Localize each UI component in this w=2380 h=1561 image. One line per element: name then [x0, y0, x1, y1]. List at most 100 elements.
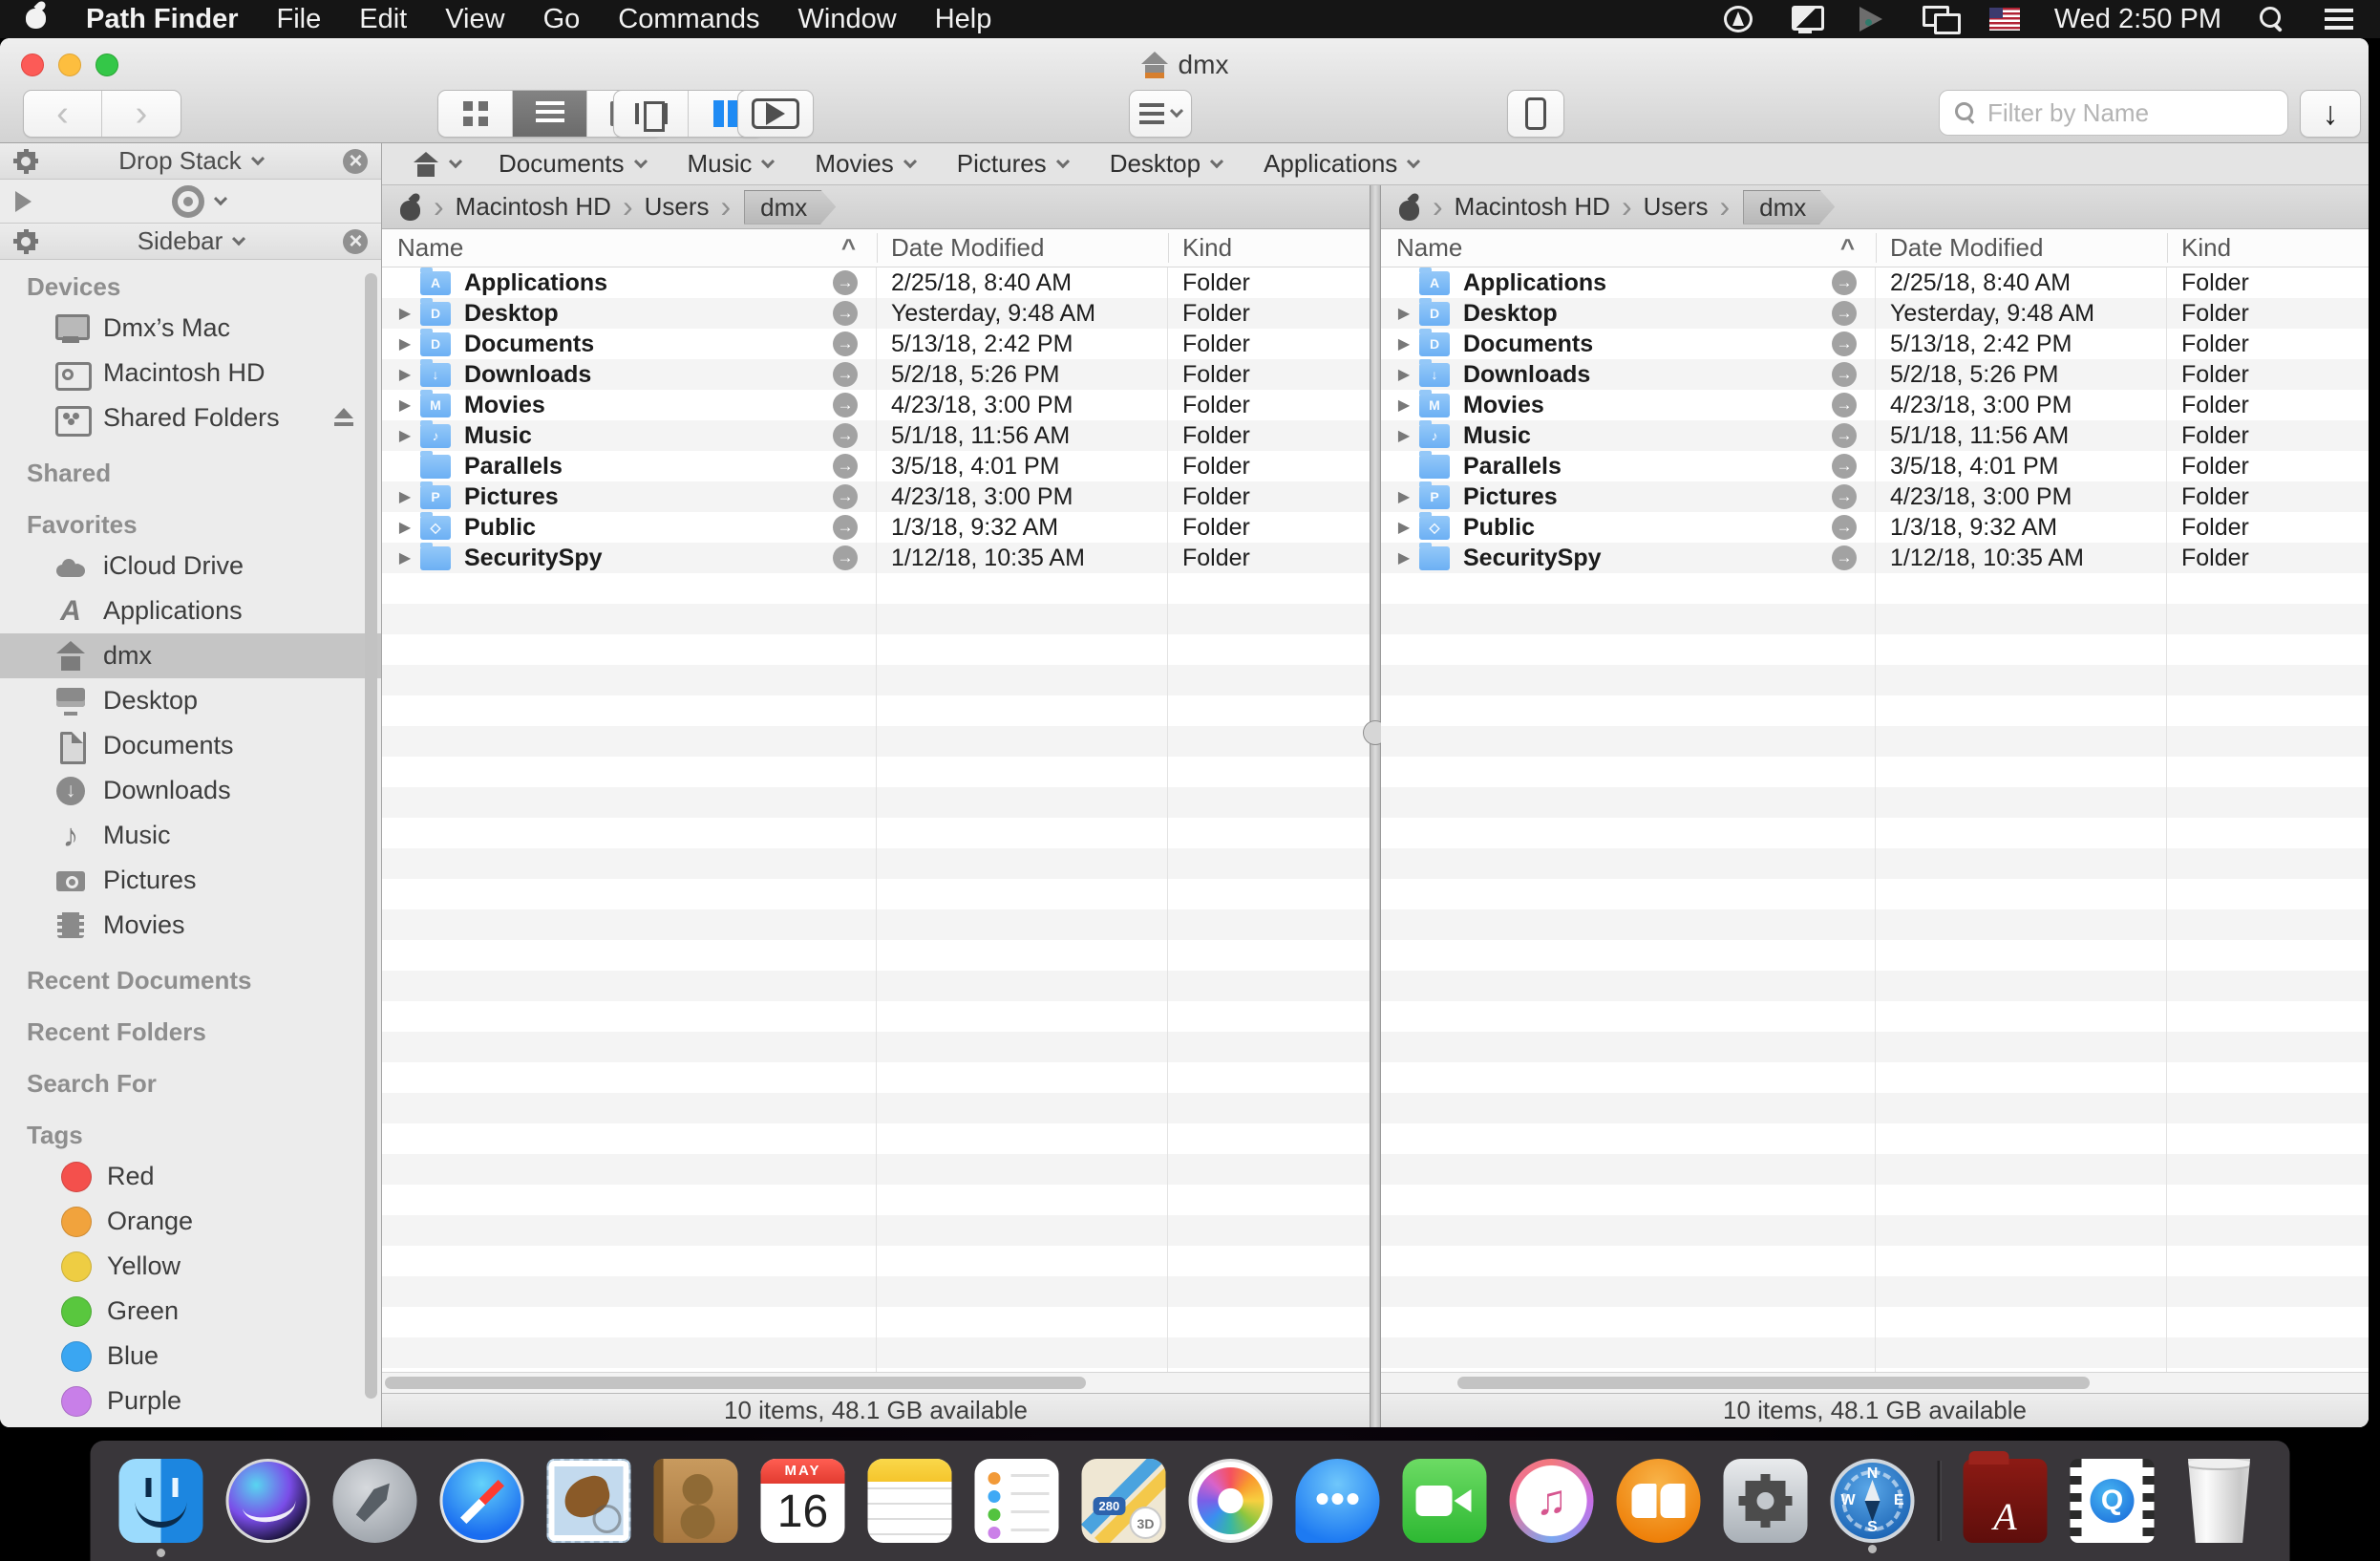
disclosure-triangle-icon[interactable]: ▶ — [392, 304, 418, 323]
disclosure-triangle-icon[interactable]: ▶ — [1391, 365, 1417, 384]
menu-help[interactable]: Help — [935, 4, 992, 35]
menu-view[interactable]: View — [445, 4, 504, 35]
notification-center-icon[interactable] — [2323, 4, 2355, 34]
dock-reminders[interactable] — [975, 1459, 1059, 1543]
file-row-securityspy[interactable]: ▶ SecuritySpy → 1/12/18, 10:35 AM Folder — [382, 543, 1370, 573]
dock-calendar[interactable]: MAY 16 — [761, 1459, 845, 1543]
open-arrow-icon[interactable]: → — [833, 515, 858, 540]
folder-bar-pictures[interactable]: Pictures — [957, 149, 1068, 179]
open-arrow-icon[interactable]: → — [833, 270, 858, 295]
sidebar-item-pictures[interactable]: Pictures — [0, 858, 381, 903]
sidebar-item-applications[interactable]: Applications — [0, 588, 381, 633]
sidebar-item-gray[interactable]: Gray — [0, 1423, 381, 1427]
dock-finder[interactable] — [119, 1459, 203, 1543]
dock-contacts[interactable] — [654, 1459, 738, 1543]
folder-bar-movies[interactable]: Movies — [815, 149, 914, 179]
dock-acrobat[interactable] — [1964, 1459, 2048, 1543]
icon-view-button[interactable] — [438, 91, 513, 137]
dock-trash[interactable] — [2178, 1459, 2262, 1543]
folder-bar-desktop[interactable]: Desktop — [1110, 149, 1222, 179]
file-row-parallels[interactable]: ▶ Parallels → 3/5/18, 4:01 PM Folder — [382, 451, 1370, 481]
sidebar-item-blue[interactable]: Blue — [0, 1334, 381, 1379]
file-row-downloads[interactable]: ▶ ↓ Downloads → 5/2/18, 5:26 PM Folder — [1381, 359, 2369, 390]
open-arrow-icon[interactable]: → — [833, 484, 858, 509]
open-arrow-icon[interactable]: → — [833, 393, 858, 417]
drop-stack-zone[interactable] — [0, 180, 381, 224]
sidebar-item-dmx[interactable]: dmx — [0, 633, 381, 678]
open-arrow-icon[interactable]: → — [1832, 270, 1857, 295]
sidebar-item-downloads[interactable]: Downloads — [0, 768, 381, 813]
forward-button[interactable]: › — [102, 91, 181, 137]
dock-launchpad[interactable] — [333, 1459, 417, 1543]
file-row-applications[interactable]: ▶ A Applications → 2/25/18, 8:40 AM Fold… — [382, 267, 1370, 298]
file-row-movies[interactable]: ▶ M Movies → 4/23/18, 3:00 PM Folder — [382, 390, 1370, 420]
dock-facetime[interactable] — [1403, 1459, 1487, 1543]
disclosure-triangle-icon[interactable]: ▶ — [1391, 396, 1417, 415]
file-row-securityspy[interactable]: ▶ SecuritySpy → 1/12/18, 10:35 AM Folder — [1381, 543, 2369, 573]
column-header-name[interactable]: Name ^ — [382, 233, 877, 263]
disclosure-triangle-icon[interactable]: ▶ — [392, 365, 418, 384]
spotlight-icon[interactable] — [2256, 4, 2288, 34]
disclosure-triangle-icon[interactable]: ▶ — [1391, 518, 1417, 537]
breadcrumb-dmx[interactable]: dmx — [1743, 190, 1835, 225]
open-arrow-icon[interactable]: → — [1832, 331, 1857, 356]
dock-quicktime[interactable] — [2071, 1459, 2155, 1543]
dock-notes[interactable] — [868, 1459, 952, 1543]
file-row-public[interactable]: ▶ ◇ Public → 1/3/18, 9:32 AM Folder — [1381, 512, 2369, 543]
disclosure-triangle-icon[interactable]: ▶ — [392, 396, 418, 415]
disclosure-triangle-icon[interactable]: ▶ — [1391, 548, 1417, 567]
dock-sysprefs[interactable] — [1724, 1459, 1808, 1543]
sidebar-item-documents[interactable]: Documents — [0, 723, 381, 768]
sidebar-item-orange[interactable]: Orange — [0, 1199, 381, 1244]
breadcrumb-users[interactable]: Users — [645, 192, 710, 222]
gear-icon[interactable] — [13, 229, 38, 254]
disclosure-triangle-icon[interactable]: ▶ — [1391, 426, 1417, 445]
download-button[interactable]: ↓ — [2301, 91, 2360, 137]
menu-clock[interactable]: Wed 2:50 PM — [2054, 4, 2221, 35]
dock-mail[interactable] — [547, 1459, 631, 1543]
disclosure-triangle-icon[interactable]: ▶ — [1391, 487, 1417, 506]
disclosure-triangle-icon[interactable]: ▶ — [392, 487, 418, 506]
dock-ibooks[interactable] — [1617, 1459, 1701, 1543]
scrollbar-thumb[interactable] — [1457, 1377, 2090, 1389]
dock-photos[interactable] — [1189, 1459, 1273, 1543]
sidebar-item-music[interactable]: Music — [0, 813, 381, 858]
display-status-icon[interactable] — [1789, 4, 1821, 34]
column-header-date-modified[interactable]: Date Modified — [1876, 233, 2167, 263]
filter-input[interactable] — [1987, 98, 2274, 128]
sidebar-item-yellow[interactable]: Yellow — [0, 1244, 381, 1289]
preview-play-button[interactable] — [738, 91, 813, 137]
breadcrumb-users[interactable]: Users — [1644, 192, 1709, 222]
file-row-desktop[interactable]: ▶ D Desktop → Yesterday, 9:48 AM Folder — [382, 298, 1370, 329]
open-arrow-icon[interactable]: → — [833, 301, 858, 326]
disclosure-triangle-icon[interactable]: ▶ — [392, 334, 418, 353]
view-options-button[interactable] — [1130, 91, 1191, 137]
open-arrow-icon[interactable]: → — [1832, 454, 1857, 479]
column-header-kind[interactable]: Kind — [2167, 233, 2369, 263]
drop-target-icon[interactable] — [172, 185, 204, 218]
play-icon[interactable] — [15, 191, 32, 212]
apple-icon[interactable] — [399, 194, 422, 221]
breadcrumb-dmx[interactable]: dmx — [744, 190, 836, 225]
file-row-downloads[interactable]: ▶ ↓ Downloads → 5/2/18, 5:26 PM Folder — [382, 359, 1370, 390]
disclosure-triangle-icon[interactable]: ▶ — [1391, 304, 1417, 323]
disclosure-triangle-icon[interactable]: ▶ — [1391, 334, 1417, 353]
sidebar-item-green[interactable]: Green — [0, 1289, 381, 1334]
file-row-applications[interactable]: ▶ A Applications → 2/25/18, 8:40 AM Fold… — [1381, 267, 2369, 298]
dock-siri[interactable] — [226, 1459, 310, 1543]
file-row-music[interactable]: ▶ ♪ Music → 5/1/18, 11:56 AM Folder — [1381, 420, 2369, 451]
column-header-date-modified[interactable]: Date Modified — [877, 233, 1168, 263]
sidebar-item-red[interactable]: Red — [0, 1154, 381, 1199]
folder-bar-documents[interactable]: Documents — [499, 149, 646, 179]
folder-bar-music[interactable]: Music — [688, 149, 774, 179]
dock-pathfinder[interactable]: N E S W — [1831, 1459, 1915, 1543]
file-row-documents[interactable]: ▶ D Documents → 5/13/18, 2:42 PM Folder — [1381, 329, 2369, 359]
disclosure-triangle-icon[interactable]: ▶ — [392, 548, 418, 567]
open-arrow-icon[interactable]: → — [1832, 423, 1857, 448]
gear-icon[interactable] — [13, 149, 38, 174]
menu-file[interactable]: File — [277, 4, 322, 35]
column-header-name[interactable]: Name ^ — [1381, 233, 1876, 263]
open-arrow-icon[interactable]: → — [1832, 362, 1857, 387]
apple-menu[interactable] — [25, 2, 48, 36]
open-arrow-icon[interactable]: → — [833, 545, 858, 570]
